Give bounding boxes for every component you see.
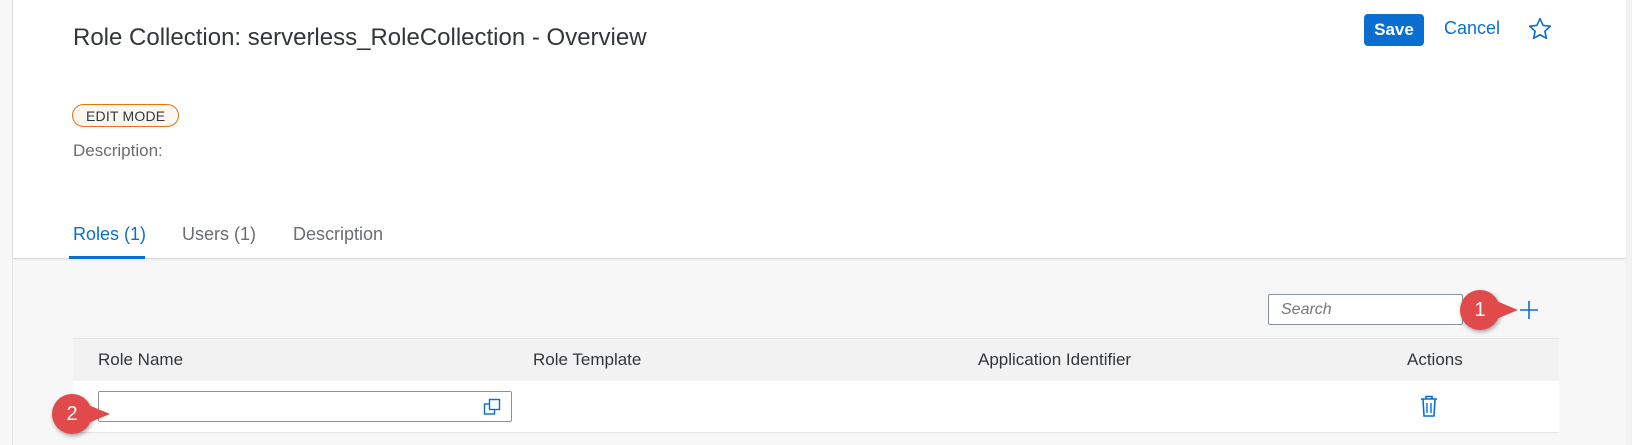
tab-description[interactable]: Description <box>293 224 383 245</box>
delete-trash-icon[interactable] <box>1418 394 1440 418</box>
save-button[interactable]: Save <box>1364 14 1424 46</box>
callout-pointer <box>1494 300 1518 320</box>
callout-number: 1 <box>1474 298 1486 321</box>
active-tab-indicator <box>69 256 145 259</box>
edit-mode-badge: EDIT MODE <box>72 104 180 127</box>
search-input[interactable]: Search <box>1268 294 1463 325</box>
app-root: Role Collection: serverless_RoleCollecti… <box>0 0 1632 445</box>
search-placeholder: Search <box>1281 301 1332 318</box>
column-header-application-identifier: Application Identifier <box>978 350 1132 369</box>
value-help-icon[interactable] <box>483 398 501 416</box>
table-row <box>73 381 1559 433</box>
vertical-scrollbar[interactable] <box>1626 0 1632 445</box>
column-header-role-template: Role Template <box>533 350 642 369</box>
page-title: Role Collection: serverless_RoleCollecti… <box>73 24 647 51</box>
callout-marker-2: 2 <box>52 394 110 434</box>
callout-number: 2 <box>66 402 78 425</box>
tab-users[interactable]: Users (1) <box>182 224 256 245</box>
column-header-role-name: Role Name <box>98 350 184 369</box>
description-label: Description: <box>73 141 163 160</box>
roles-table-header: Role Name Role Template Application Iden… <box>73 338 1559 382</box>
callout-pointer <box>86 404 110 424</box>
add-role-plus-icon[interactable] <box>1517 298 1541 322</box>
column-header-actions: Actions <box>1407 350 1463 369</box>
tab-roles[interactable]: Roles (1) <box>73 224 146 245</box>
cancel-button[interactable]: Cancel <box>1444 18 1500 39</box>
favorite-star-icon[interactable] <box>1527 16 1553 42</box>
callout-marker-1: 1 <box>1460 290 1518 330</box>
role-name-input[interactable] <box>98 391 512 422</box>
